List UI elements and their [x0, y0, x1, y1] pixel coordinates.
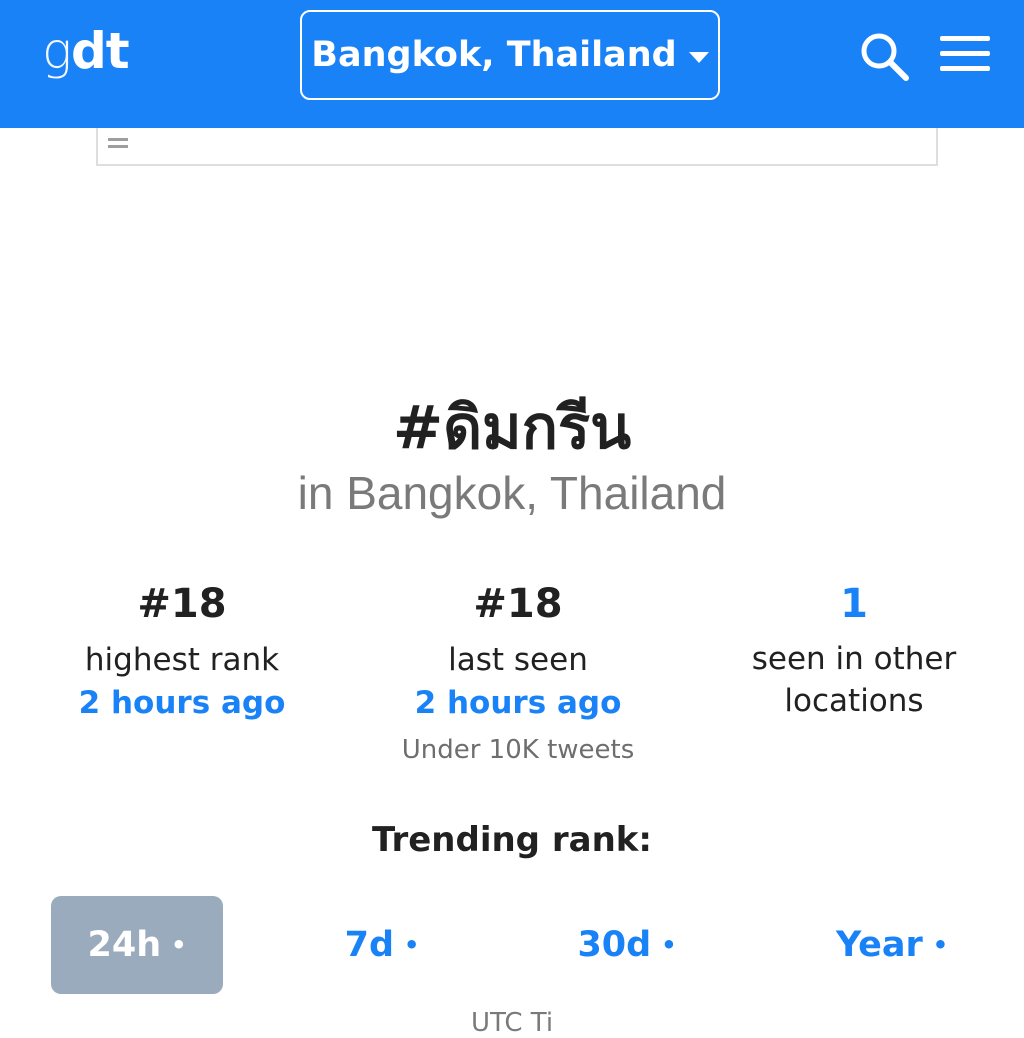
highest-rank-value: #18 [137, 581, 227, 627]
period-tab-label: 24h [87, 925, 162, 965]
period-tab-label: Year [835, 925, 923, 965]
other-locations-label-line1: seen in other [751, 641, 957, 677]
last-seen-label: last seen [448, 642, 588, 678]
highest-rank-time-link[interactable]: 2 hours ago [12, 682, 352, 724]
caret-down-icon [688, 51, 709, 63]
logo-dt: dt [71, 22, 130, 80]
period-tab-year[interactable]: Year • [806, 896, 978, 994]
hashtag-location-subtitle: in Bangkok, Thailand [297, 467, 727, 519]
period-dot: • [932, 931, 949, 959]
menu-line [940, 36, 990, 41]
other-locations-count[interactable]: 1 [684, 580, 1024, 628]
menu-line [940, 51, 990, 56]
last-seen-rank-value: #18 [473, 581, 563, 627]
location-selector-label: Bangkok, Thailand [311, 35, 677, 75]
hashtag-title: #ดิมกรีน [392, 393, 632, 463]
period-tab-24h[interactable]: 24h • [51, 896, 223, 994]
top-navigation-bar: gdt Bangkok, Thailand [0, 0, 1024, 128]
stat-other-locations[interactable]: 1 seen in other locations [684, 580, 1024, 722]
search-icon[interactable] [858, 30, 912, 84]
period-tab-30d[interactable]: 30d • [541, 896, 713, 994]
period-tab-label: 30d [577, 925, 652, 965]
last-seen-time-link[interactable]: 2 hours ago [348, 682, 688, 724]
highest-rank-label: highest rank [84, 642, 280, 678]
stat-highest-rank: #18 highest rank 2 hours ago [12, 580, 352, 724]
period-dot: • [171, 931, 187, 959]
menu-line [940, 66, 990, 71]
location-selector[interactable]: Bangkok, Thailand [300, 10, 720, 100]
stat-last-seen: #18 last seen 2 hours ago Under 10K twee… [348, 580, 688, 770]
logo-g: g [42, 22, 72, 80]
gdt-logo[interactable]: gdt [42, 22, 130, 80]
other-locations-label: seen in other locations [684, 638, 1024, 722]
ad-menu-icon[interactable] [108, 138, 128, 152]
timezone-note: UTC Ti [470, 1008, 554, 1038]
period-tab-label: 7d [344, 925, 395, 965]
trending-rank-heading: Trending rank: [372, 820, 652, 860]
period-dot: • [404, 931, 420, 959]
period-tab-7d[interactable]: 7d • [296, 896, 468, 994]
tweet-volume-note: Under 10K tweets [401, 735, 635, 765]
other-locations-label-line2: locations [784, 683, 924, 719]
hamburger-menu-icon[interactable] [940, 36, 990, 76]
period-dot: • [661, 931, 677, 959]
